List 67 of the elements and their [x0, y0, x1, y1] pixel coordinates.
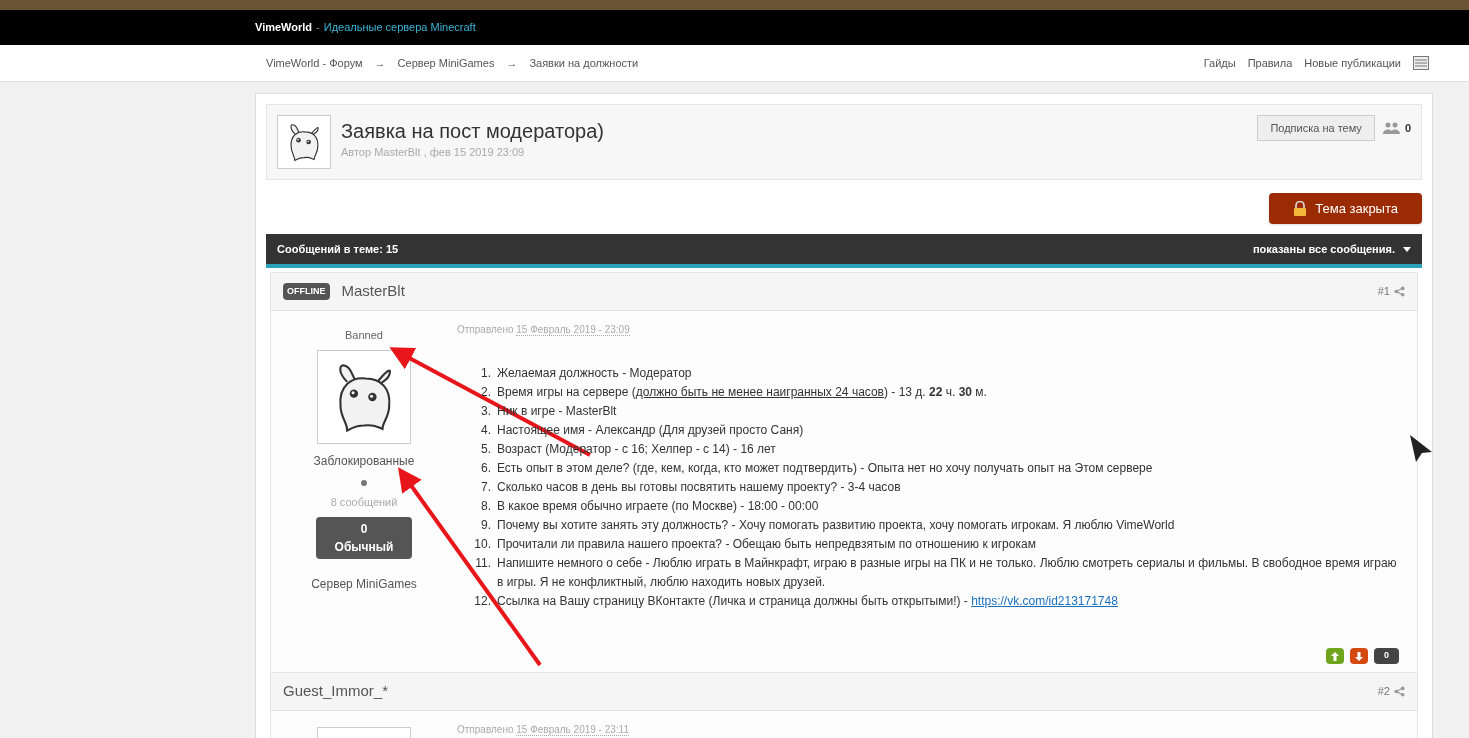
- post-date: 15 Февраль 2019 - 23:11: [516, 724, 629, 736]
- mouse-cursor-icon: [1410, 435, 1432, 462]
- followers-count: 0: [1404, 120, 1411, 136]
- topic-meta: Автор MasterBlt , фев 15 2019 23:09: [341, 145, 526, 160]
- downvote-button[interactable]: [1350, 648, 1368, 664]
- list-number: 5.: [480, 441, 492, 458]
- upvote-button[interactable]: [1326, 648, 1344, 664]
- author-name[interactable]: MasterBlt: [341, 280, 405, 303]
- status-badge: OFFLINE: [283, 282, 330, 301]
- menu-icon[interactable]: [1413, 56, 1429, 70]
- arrow-down-icon: [1355, 651, 1363, 661]
- nav-link[interactable]: Правила: [1247, 54, 1293, 72]
- subscribe-button[interactable]: Подписка на тему: [1257, 115, 1375, 141]
- breadcrumb-link[interactable]: VimeWorld - Форум: [266, 54, 363, 72]
- list-number: 9.: [480, 517, 492, 534]
- list-item-text: Время игры на сервере (должно быть не менее наигранных 24 часов) - 13 д. 22 ч. 30 м.: [497, 384, 987, 401]
- topic-closed-button[interactable]: Тема закрыта: [1269, 193, 1422, 224]
- post-number[interactable]: #2: [1377, 683, 1390, 700]
- site-name[interactable]: VimeWorld: [255, 19, 313, 36]
- list-number: 10.: [473, 536, 492, 553]
- reputation-label: Обычный: [334, 539, 394, 556]
- list-number: 4.: [480, 422, 492, 439]
- author-name[interactable]: Guest_Immor_*: [283, 680, 389, 703]
- list-number: 1.: [480, 365, 492, 382]
- list-item-text: Желаемая должность - Модератор: [497, 365, 692, 382]
- breadcrumb-arrow: →: [506, 55, 518, 71]
- lock-icon: [1293, 200, 1308, 217]
- list-number: 2.: [480, 384, 492, 401]
- list-number: 8.: [480, 498, 492, 515]
- users-icon: [1382, 122, 1401, 134]
- share-icon[interactable]: [1394, 686, 1405, 697]
- sent-label: Отправлено: [457, 724, 514, 735]
- list-number: 3.: [480, 403, 492, 420]
- breadcrumb-arrow: →: [374, 55, 386, 71]
- list-item-text: Сколько часов в день вы готовы посвятить нашему проекту? - 3-4 часов: [497, 479, 901, 496]
- post-count-label: 8 сообщений: [330, 494, 398, 510]
- filter-dropdown[interactable]: показаны все сообщения.: [1252, 240, 1411, 258]
- nav-link[interactable]: Новые публикации: [1304, 54, 1401, 72]
- arrow-up-icon: [1331, 651, 1339, 661]
- sent-label: Отправлено: [457, 324, 514, 335]
- list-number: 12.: [473, 593, 492, 610]
- list-number: 7.: [480, 479, 492, 496]
- header-separator: -: [316, 20, 320, 36]
- list-number: 6.: [480, 460, 492, 477]
- user-server: Сервер MiniGames: [311, 576, 417, 593]
- user-group: Заблокированные: [313, 451, 415, 470]
- reputation-value: 0: [360, 521, 368, 538]
- share-icon[interactable]: [1394, 286, 1405, 297]
- caret-icon: [1403, 246, 1411, 252]
- list-item-text: Есть опыт в этом деле? (где, кем, когда, кто может подтвердить) - Опыта нет но хочу получать опыт на Этом сервере: [497, 460, 1153, 477]
- topic-title: Заявка на пост модератора): [341, 119, 604, 144]
- list-item-text: Почему вы хотите занять эту должность? - Хочу помогать развитию проекта, хочу помогать игрокам. Я люблю VimeWorld: [497, 517, 1175, 534]
- breadcrumb-link[interactable]: Сервер MiniGames: [397, 54, 495, 72]
- list-item-text: Прочитали ли правила нашего проекта? - Обещаю быть непредвзятым по отношению к игрокам: [497, 536, 1036, 553]
- list-item-text: В какое время обычно играете (по Москве) - 18:00 - 00:00: [497, 498, 819, 515]
- list-number: 11.: [474, 555, 492, 572]
- vote-count: 0: [1374, 648, 1399, 664]
- profile-link[interactable]: https://vk.com/id213171748: [971, 594, 1118, 608]
- nav-link[interactable]: Гайды: [1203, 54, 1236, 72]
- post-date: 15 Февраль 2019 - 23:09: [516, 324, 630, 336]
- post-number[interactable]: #1: [1377, 283, 1390, 300]
- breadcrumb-link[interactable]: Заявки на должности: [529, 54, 639, 72]
- site-tagline: Идеальные сервера Minecraft: [323, 20, 476, 36]
- post-count: Сообщений в теме: 15: [277, 241, 399, 257]
- user-title: Banned: [345, 328, 383, 343]
- list-item-text: Ссылка на Вашу страницу ВКонтакте (Личка и страница должны быть открытыми!) - https://vk.com/id213171748: [497, 593, 1118, 610]
- list-item-text: Напишите немного о себе - Люблю играть в Майнкрафт, играю в разные игры на ПК и не только. Люблю смотреть сериалы и фильмы. В свободное время играю в игры. Я не конфликтный, люблю находить новых друзей.: [497, 555, 1398, 591]
